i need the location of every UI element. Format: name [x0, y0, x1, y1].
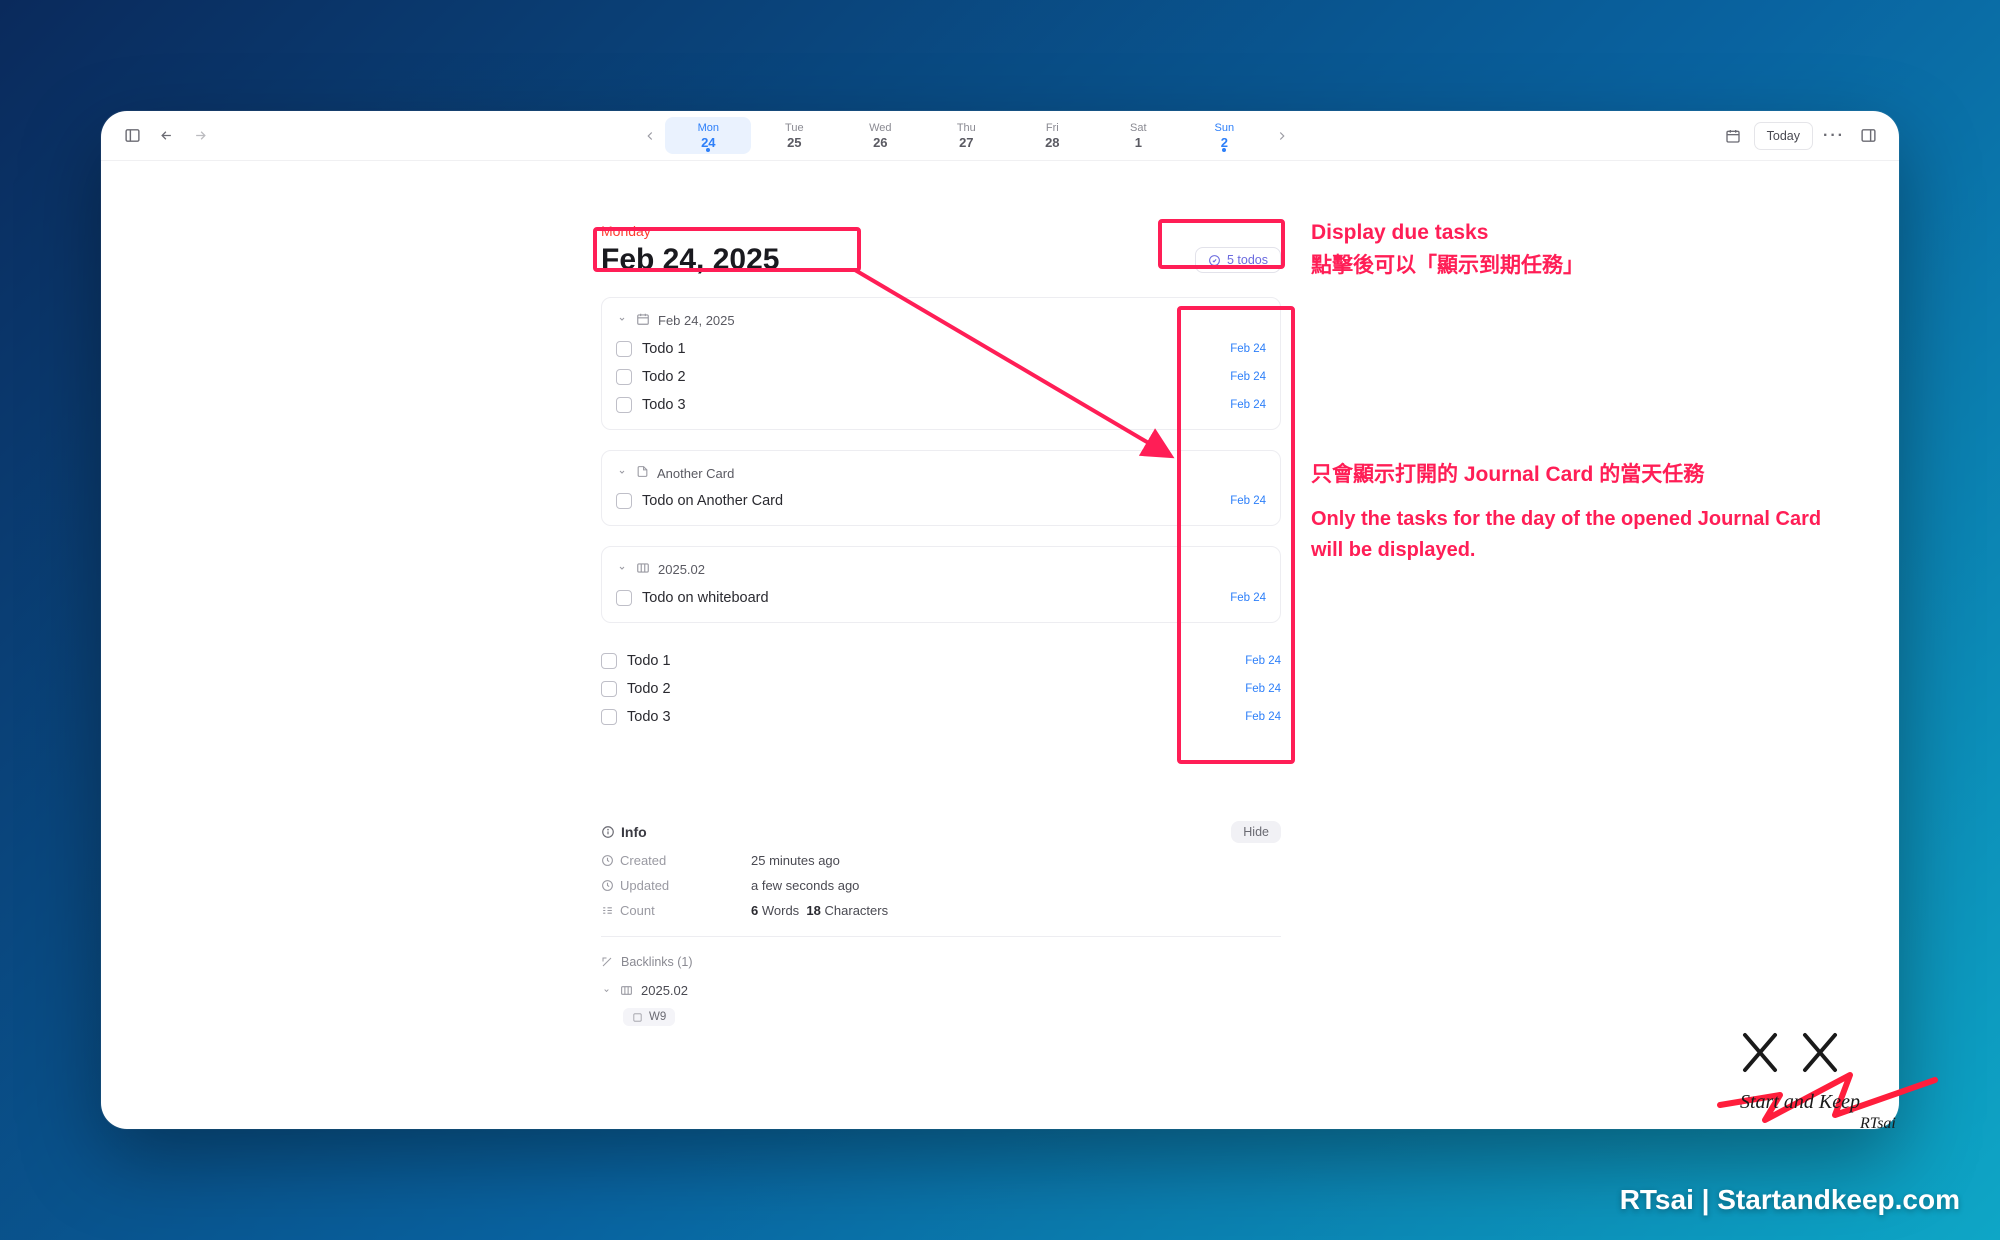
svg-text:RTsai: RTsai — [1859, 1115, 1896, 1132]
svg-text:Start and Keep: Start and Keep — [1740, 1091, 1860, 1113]
app-window: Mon 24 Tue 25 Wed 26 Thu 27 Fri 28 Sat — [101, 111, 1899, 1129]
annotation-arrow — [101, 111, 1899, 1129]
signature-graphic: Start and Keep RTsai — [1710, 1020, 1940, 1140]
footer-credit: RTsai | Startandkeep.com — [1620, 1184, 1960, 1216]
